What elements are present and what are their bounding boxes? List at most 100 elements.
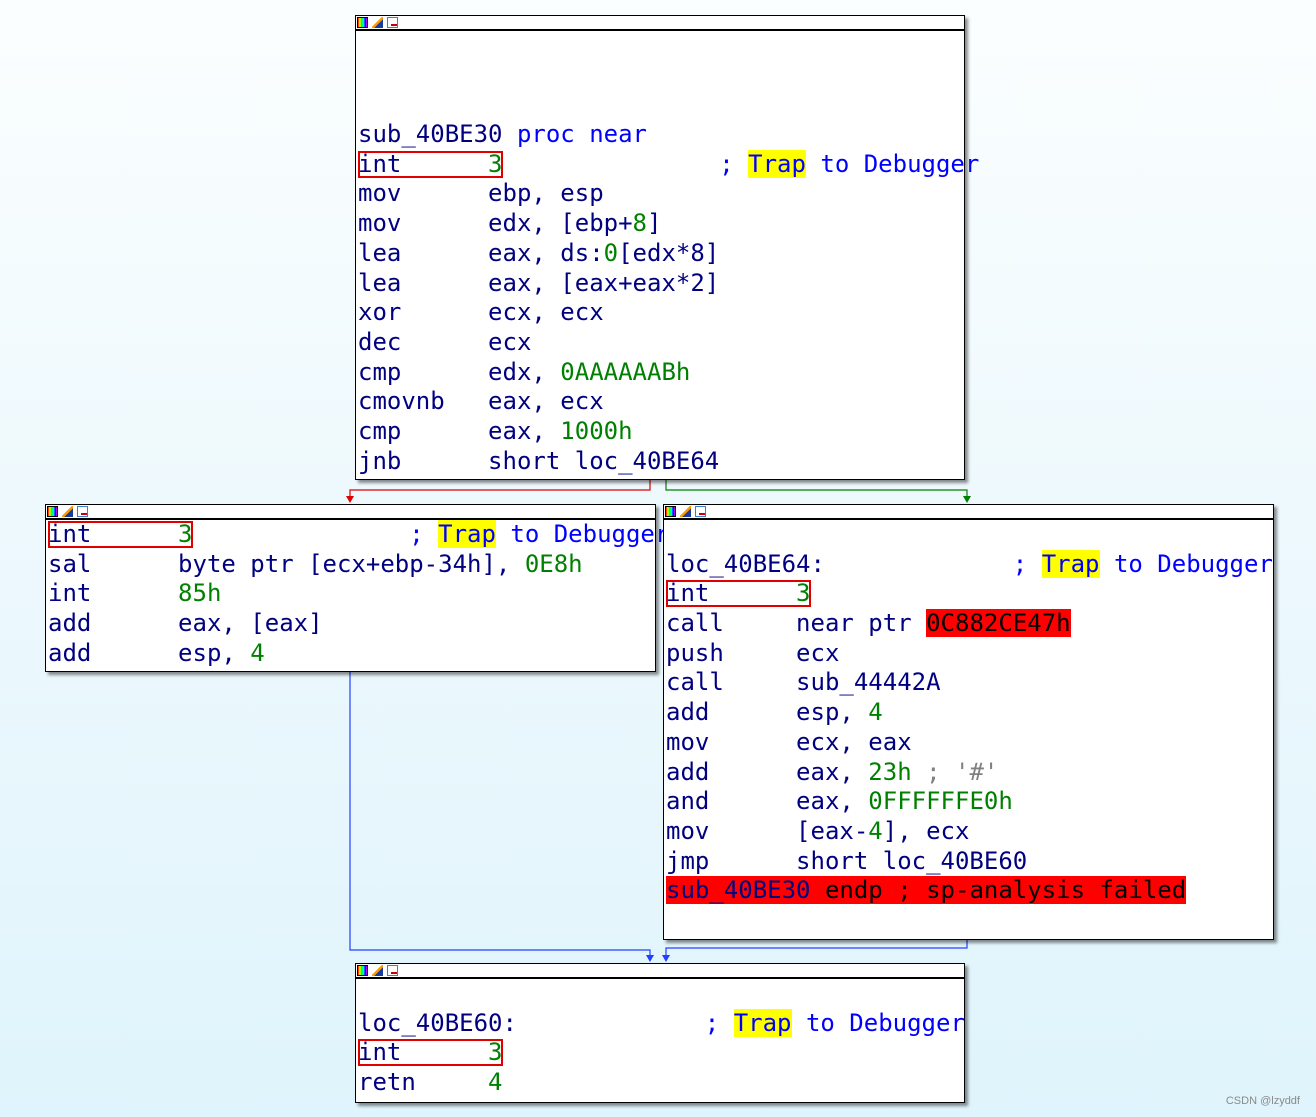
edge-jump[interactable] xyxy=(665,939,968,957)
code-token: 8 xyxy=(632,209,647,238)
color-icon[interactable] xyxy=(665,506,676,517)
code-token: Trap xyxy=(733,1008,792,1037)
block-header[interactable] xyxy=(46,505,655,520)
code-token: loc_40BE64: xyxy=(666,549,825,578)
code-token: loc_40BE60: xyxy=(358,1008,517,1037)
code-token: ; xyxy=(824,549,1042,578)
disassembly: loc_40BE60: ; Trap to Debugger int 3 retn … xyxy=(356,979,965,1098)
code-line[interactable]: mov ecx, eax xyxy=(666,728,1273,758)
code-line[interactable]: sal byte ptr [ecx+ebp-34h], 0E8h xyxy=(48,550,655,580)
code-line[interactable]: jmp short loc_40BE60 xyxy=(666,847,1273,877)
block-loc-40BE60[interactable]: loc_40BE60: ; Trap to Debugger int 3 retn … xyxy=(355,963,965,1103)
code-token: retn xyxy=(358,1068,489,1097)
code-line[interactable]: xor ecx, ecx xyxy=(358,298,964,328)
code-line[interactable]: lea eax, [eax+eax*2] xyxy=(358,269,964,299)
code-token: 4 xyxy=(868,698,883,727)
code-line[interactable]: and eax, 0FFFFFFE0h xyxy=(666,787,1273,817)
code-line[interactable]: cmp edx, 0AAAAAABh xyxy=(358,358,964,388)
code-line[interactable]: int 3 xyxy=(666,579,1273,609)
code-line[interactable]: loc_40BE60: ; Trap to Debugger xyxy=(358,1008,965,1039)
edge-true[interactable] xyxy=(665,478,968,498)
edge-false[interactable] xyxy=(349,478,651,498)
breakpoint-highlight: int 3 xyxy=(666,579,811,608)
code-line[interactable]: add esp, 4 xyxy=(48,639,655,669)
code-token: cmovnb eax, ecx xyxy=(358,387,604,416)
block-loc-40BE64[interactable]: loc_40BE64: ; Trap to Debugger int 3 call … xyxy=(663,504,1274,940)
code-token: lea eax, ds: xyxy=(358,238,604,267)
code-token: and eax, xyxy=(666,787,869,816)
edge-true-arrow xyxy=(963,496,971,503)
block-header[interactable] xyxy=(356,964,964,979)
block-header[interactable] xyxy=(664,505,1273,520)
block-false-branch[interactable]: int 3 ; Trap to Debugger sal byte ptr [ec… xyxy=(45,504,669,672)
code-token: 0 xyxy=(603,238,619,267)
code-line[interactable]: jnb short loc_40BE64 xyxy=(358,447,964,477)
code-token: mov [eax- xyxy=(666,816,869,845)
edge-flow-left-arrow xyxy=(646,955,654,962)
edge-false-arrow xyxy=(346,496,354,503)
code-line[interactable]: int 3 ; Trap to Debugger xyxy=(358,149,979,180)
code-line[interactable]: sub_40BE30 proc near xyxy=(358,120,964,150)
code-token: cmp edx, xyxy=(358,357,561,386)
code-token: 3 xyxy=(178,520,193,548)
code-token: 23h xyxy=(868,757,912,786)
code-token: add eax, xyxy=(666,757,869,786)
graph-icon[interactable] xyxy=(695,506,706,517)
code-line[interactable]: mov edx, [ebp+8] xyxy=(358,209,964,239)
code-line[interactable]: lea eax, ds:0[edx*8] xyxy=(358,239,964,269)
graph-icon[interactable] xyxy=(387,17,398,28)
code-line[interactable]: retn 4 xyxy=(358,1068,964,1098)
code-line[interactable]: call sub_44442A xyxy=(666,668,1273,698)
code-token: to Debugger xyxy=(495,520,670,548)
code-line[interactable]: int 3 ; Trap to Debugger xyxy=(48,520,669,550)
edit-icon[interactable] xyxy=(62,506,73,517)
code-token: int xyxy=(358,1038,489,1067)
code-line[interactable]: call near ptr 0C882CE47h xyxy=(666,609,1273,639)
code-line[interactable]: loc_40BE64: ; Trap to Debugger xyxy=(666,549,1273,580)
color-icon[interactable] xyxy=(357,17,368,28)
block-header[interactable] xyxy=(356,16,964,31)
graph-icon[interactable] xyxy=(77,506,88,517)
code-token: [edx*8] xyxy=(618,238,720,267)
watermark: CSDN @lzyddf xyxy=(1225,1095,1300,1107)
code-token: jnb short loc_40BE64 xyxy=(358,446,720,475)
code-line[interactable]: int 85h xyxy=(48,579,655,609)
color-icon[interactable] xyxy=(357,965,368,976)
code-token: add eax, [eax] xyxy=(48,609,323,638)
code-token: call sub_44442A xyxy=(666,668,941,697)
breakpoint-highlight: int 3 xyxy=(358,1038,503,1067)
code-token: 3 xyxy=(488,149,503,178)
edit-icon[interactable] xyxy=(372,965,383,976)
code-token: to Debugger xyxy=(1099,549,1273,578)
code-token: 1000h xyxy=(560,416,633,445)
code-line[interactable]: add eax, 23h ; '#' xyxy=(666,758,1273,788)
color-icon[interactable] xyxy=(47,506,58,517)
code-line[interactable]: sub_40BE30 endp ; sp-analysis failed xyxy=(666,876,1273,906)
code-token: ] xyxy=(647,209,662,238)
code-token: ; xyxy=(502,149,749,178)
code-token: 0FFFFFFE0h xyxy=(868,787,1013,816)
code-line[interactable]: mov ebp, esp xyxy=(358,179,964,209)
code-line[interactable]: add eax, [eax] xyxy=(48,609,655,639)
graph-icon[interactable] xyxy=(387,965,398,976)
code-line[interactable]: mov [eax-4], ecx xyxy=(666,817,1273,847)
code-token: int xyxy=(666,579,797,608)
code-line[interactable]: cmp eax, 1000h xyxy=(358,417,964,447)
code-line[interactable]: cmovnb eax, ecx xyxy=(358,387,964,417)
code-token: ], ecx xyxy=(882,816,970,845)
block-sub-40BE30[interactable]: sub_40BE30 proc near int 3 ; Trap to Debu… xyxy=(355,15,979,480)
code-line[interactable]: int 3 xyxy=(358,1038,964,1068)
code-token: endp ; sp-analysis failed xyxy=(810,876,1187,905)
code-line[interactable]: dec ecx xyxy=(358,328,964,358)
code-token: Trap xyxy=(1041,549,1100,578)
code-token: mov ebp, esp xyxy=(358,179,604,208)
edge-flow-left[interactable] xyxy=(349,671,651,957)
code-line[interactable]: push ecx xyxy=(666,639,1273,669)
code-line[interactable]: add esp, 4 xyxy=(666,698,1273,728)
code-token: 4 xyxy=(250,638,265,667)
edit-icon[interactable] xyxy=(680,506,691,517)
edit-icon[interactable] xyxy=(372,17,383,28)
code-token: proc near xyxy=(516,120,647,149)
code-token: 85h xyxy=(178,579,222,608)
edge-jump-arrow xyxy=(662,955,670,962)
